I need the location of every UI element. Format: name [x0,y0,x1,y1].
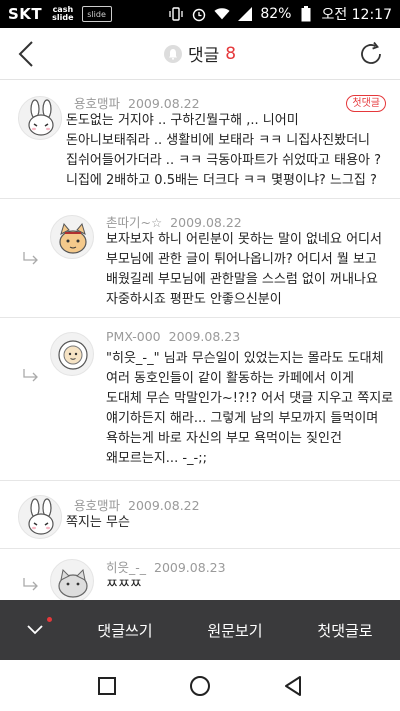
comment-item: 용호맹파 2009.08.22 쪽지는 무슨 [0,481,400,549]
bell-icon [163,44,182,63]
circle-icon [189,675,210,696]
cashslide-icon: cash slide [52,6,73,22]
collapse-button[interactable] [0,600,70,660]
write-comment-button[interactable]: 댓글쓰기 [70,620,180,641]
first-comment-badge: 첫댓글 [346,95,386,112]
comment-line: 돈아니보태줘라 .. 생활비에 보태라 ㅋㅋ 니집사진봤더니 [66,133,371,148]
comments-header: 댓글 8 [0,28,400,80]
view-original-button[interactable]: 원문보기 [180,620,290,641]
wifi-icon [214,6,230,22]
comment-date: 2009.08.22 [170,215,242,230]
comment-line: 자중하시죠 평판도 안좋으신분이 [106,292,282,307]
comment-line: 부모님에 관한 글이 튀어나옵니까? 어디서 뭘 보고 [106,252,377,267]
comment-meta: 히읏_-_ 2009.08.23 [106,557,226,576]
refresh-icon [361,41,381,64]
comment-line: 왜모르는지... -_-;; [106,451,207,466]
system-nav-bar [0,660,400,711]
comment-line: 여러 동호인들이 같이 활동하는 카페에서 이게 [106,371,354,386]
signal-icon [237,6,253,22]
comment-date: 2009.08.23 [154,560,226,575]
bottom-action-bar: 댓글쓰기 원문보기 첫댓글로 [0,600,400,660]
comment-text: 쪽지는 무슨 [66,513,130,533]
notification-icon: slide [81,6,112,22]
comment-author[interactable]: 촌따기~☆ [106,215,162,230]
comment-date: 2009.08.22 [128,96,200,111]
square-icon [97,676,116,695]
comment-text: 보자보자 하니 어린분이 못하는 말이 없네요 어디서 부모님에 관한 글이 튀… [106,230,382,310]
clock: 오전 12:17 [321,7,392,23]
page-title: 댓글 [187,46,220,66]
comment-line: 도대체 무슨 막말인가~!?!? 어서 댓글 지우고 쪽지로 [106,391,394,406]
cat-avatar-icon [59,222,87,254]
battery-percent: 82% [260,6,292,22]
avatar[interactable] [50,215,94,259]
reply-arrow-icon [23,369,38,382]
comment-line: 보자보자 하니 어린분이 못하는 말이 없네요 어디서 [106,232,382,247]
comment-author[interactable]: PMX-000 [106,329,161,344]
comment-text: "히읏_-_" 님과 무슨일이 있었는지는 몰라도 도대체 여러 동호인들이 같… [106,349,393,469]
recent-apps-button[interactable] [92,671,122,701]
comment-item: PMX-000 2009.08.23 "히읏_-_" 님과 무슨일이 있었는지는… [0,318,400,481]
carrier-label: SKT [8,5,43,23]
comment-author[interactable]: 용호맹파 [74,498,120,513]
system-back-button[interactable] [278,671,308,701]
animal-avatar-icon [58,568,88,598]
comment-meta: 용호맹파 2009.08.22 [74,495,200,514]
avatar[interactable] [50,559,94,600]
battery-icon [298,6,314,22]
avatar[interactable] [18,96,62,140]
comment-line: 니집에 2배하고 0.5배는 더크다 ㅋㅋ 몇평이냐? 느그집 ? [66,173,377,188]
comment-author[interactable]: 히읏_-_ [106,560,146,575]
comment-item: 촌따기~☆ 2009.08.22 보자보자 하니 어린분이 못하는 말이 없네요… [0,199,400,318]
comment-meta: PMX-000 2009.08.23 [106,329,240,344]
chevron-down-icon [27,625,43,635]
comment-line: 집쉬어들어가더라 .. ㅋㅋ 극동아파트가 쉬었따고 태용아 ? [66,153,382,168]
comment-line: ㅉㅉㅉ [106,577,142,592]
new-indicator-dot [47,617,52,622]
comment-item: 히읏_-_ 2009.08.23 ㅉㅉㅉ [0,549,400,600]
comment-line: 욕하는게 바로 자신의 부모 욕먹이는 짖인건 [106,431,342,446]
comment-list[interactable]: 용호맹파 2009.08.22 첫댓글 돈도없는 거지야 .. 구하긴뭘구해 ,… [0,81,400,600]
comment-text: ㅉㅉㅉ [106,575,142,595]
status-bar: SKT cash slide slide 82% 오전 12:17 [0,0,400,28]
comment-text: 돈도없는 거지야 .. 구하긴뭘구해 ,.. 니어미 돈아니보태줘라 .. 생활… [66,111,381,191]
avatar[interactable] [50,332,94,376]
comment-date: 2009.08.22 [128,498,200,513]
first-comment-button[interactable]: 첫댓글로 [290,620,400,641]
vibrate-icon [168,6,184,22]
refresh-button[interactable] [354,37,388,71]
back-button[interactable] [10,38,42,70]
comment-line: "히읏_-_" 님과 무슨일이 있었는지는 몰라도 도대체 [106,351,384,366]
header-title: 댓글 8 [163,41,237,66]
triangle-back-icon [285,675,302,696]
bunny-avatar-icon [28,99,54,136]
home-button[interactable] [185,671,215,701]
comment-date: 2009.08.23 [168,329,241,344]
comment-line: 배웠길레 부모님에 관한말을 스스럼 없이 꺼내나요 [106,272,378,287]
comment-line: 돈도없는 거지야 .. 구하긴뭘구해 ,.. 니어미 [66,113,299,128]
back-chevron-icon [18,41,33,67]
comment-item: 용호맹파 2009.08.22 첫댓글 돈도없는 거지야 .. 구하긴뭘구해 ,… [0,81,400,199]
comment-line: 쪽지는 무슨 [66,515,130,530]
bunny-avatar-icon [28,498,54,535]
reply-arrow-icon [23,252,38,265]
comment-line: 얘기하든지 해라... 그렇게 남의 부모까지 들먹이며 [106,411,379,426]
character-avatar-icon [58,340,88,370]
comment-meta: 용호맹파 2009.08.22 [74,93,200,112]
reply-arrow-icon [23,578,38,591]
comment-author[interactable]: 용호맹파 [74,96,120,111]
comment-count: 8 [225,43,237,64]
alarm-icon [191,6,207,22]
comment-meta: 촌따기~☆ 2009.08.22 [106,212,242,231]
avatar[interactable] [18,495,62,539]
cashslide-label-bottom: slide [52,13,74,22]
